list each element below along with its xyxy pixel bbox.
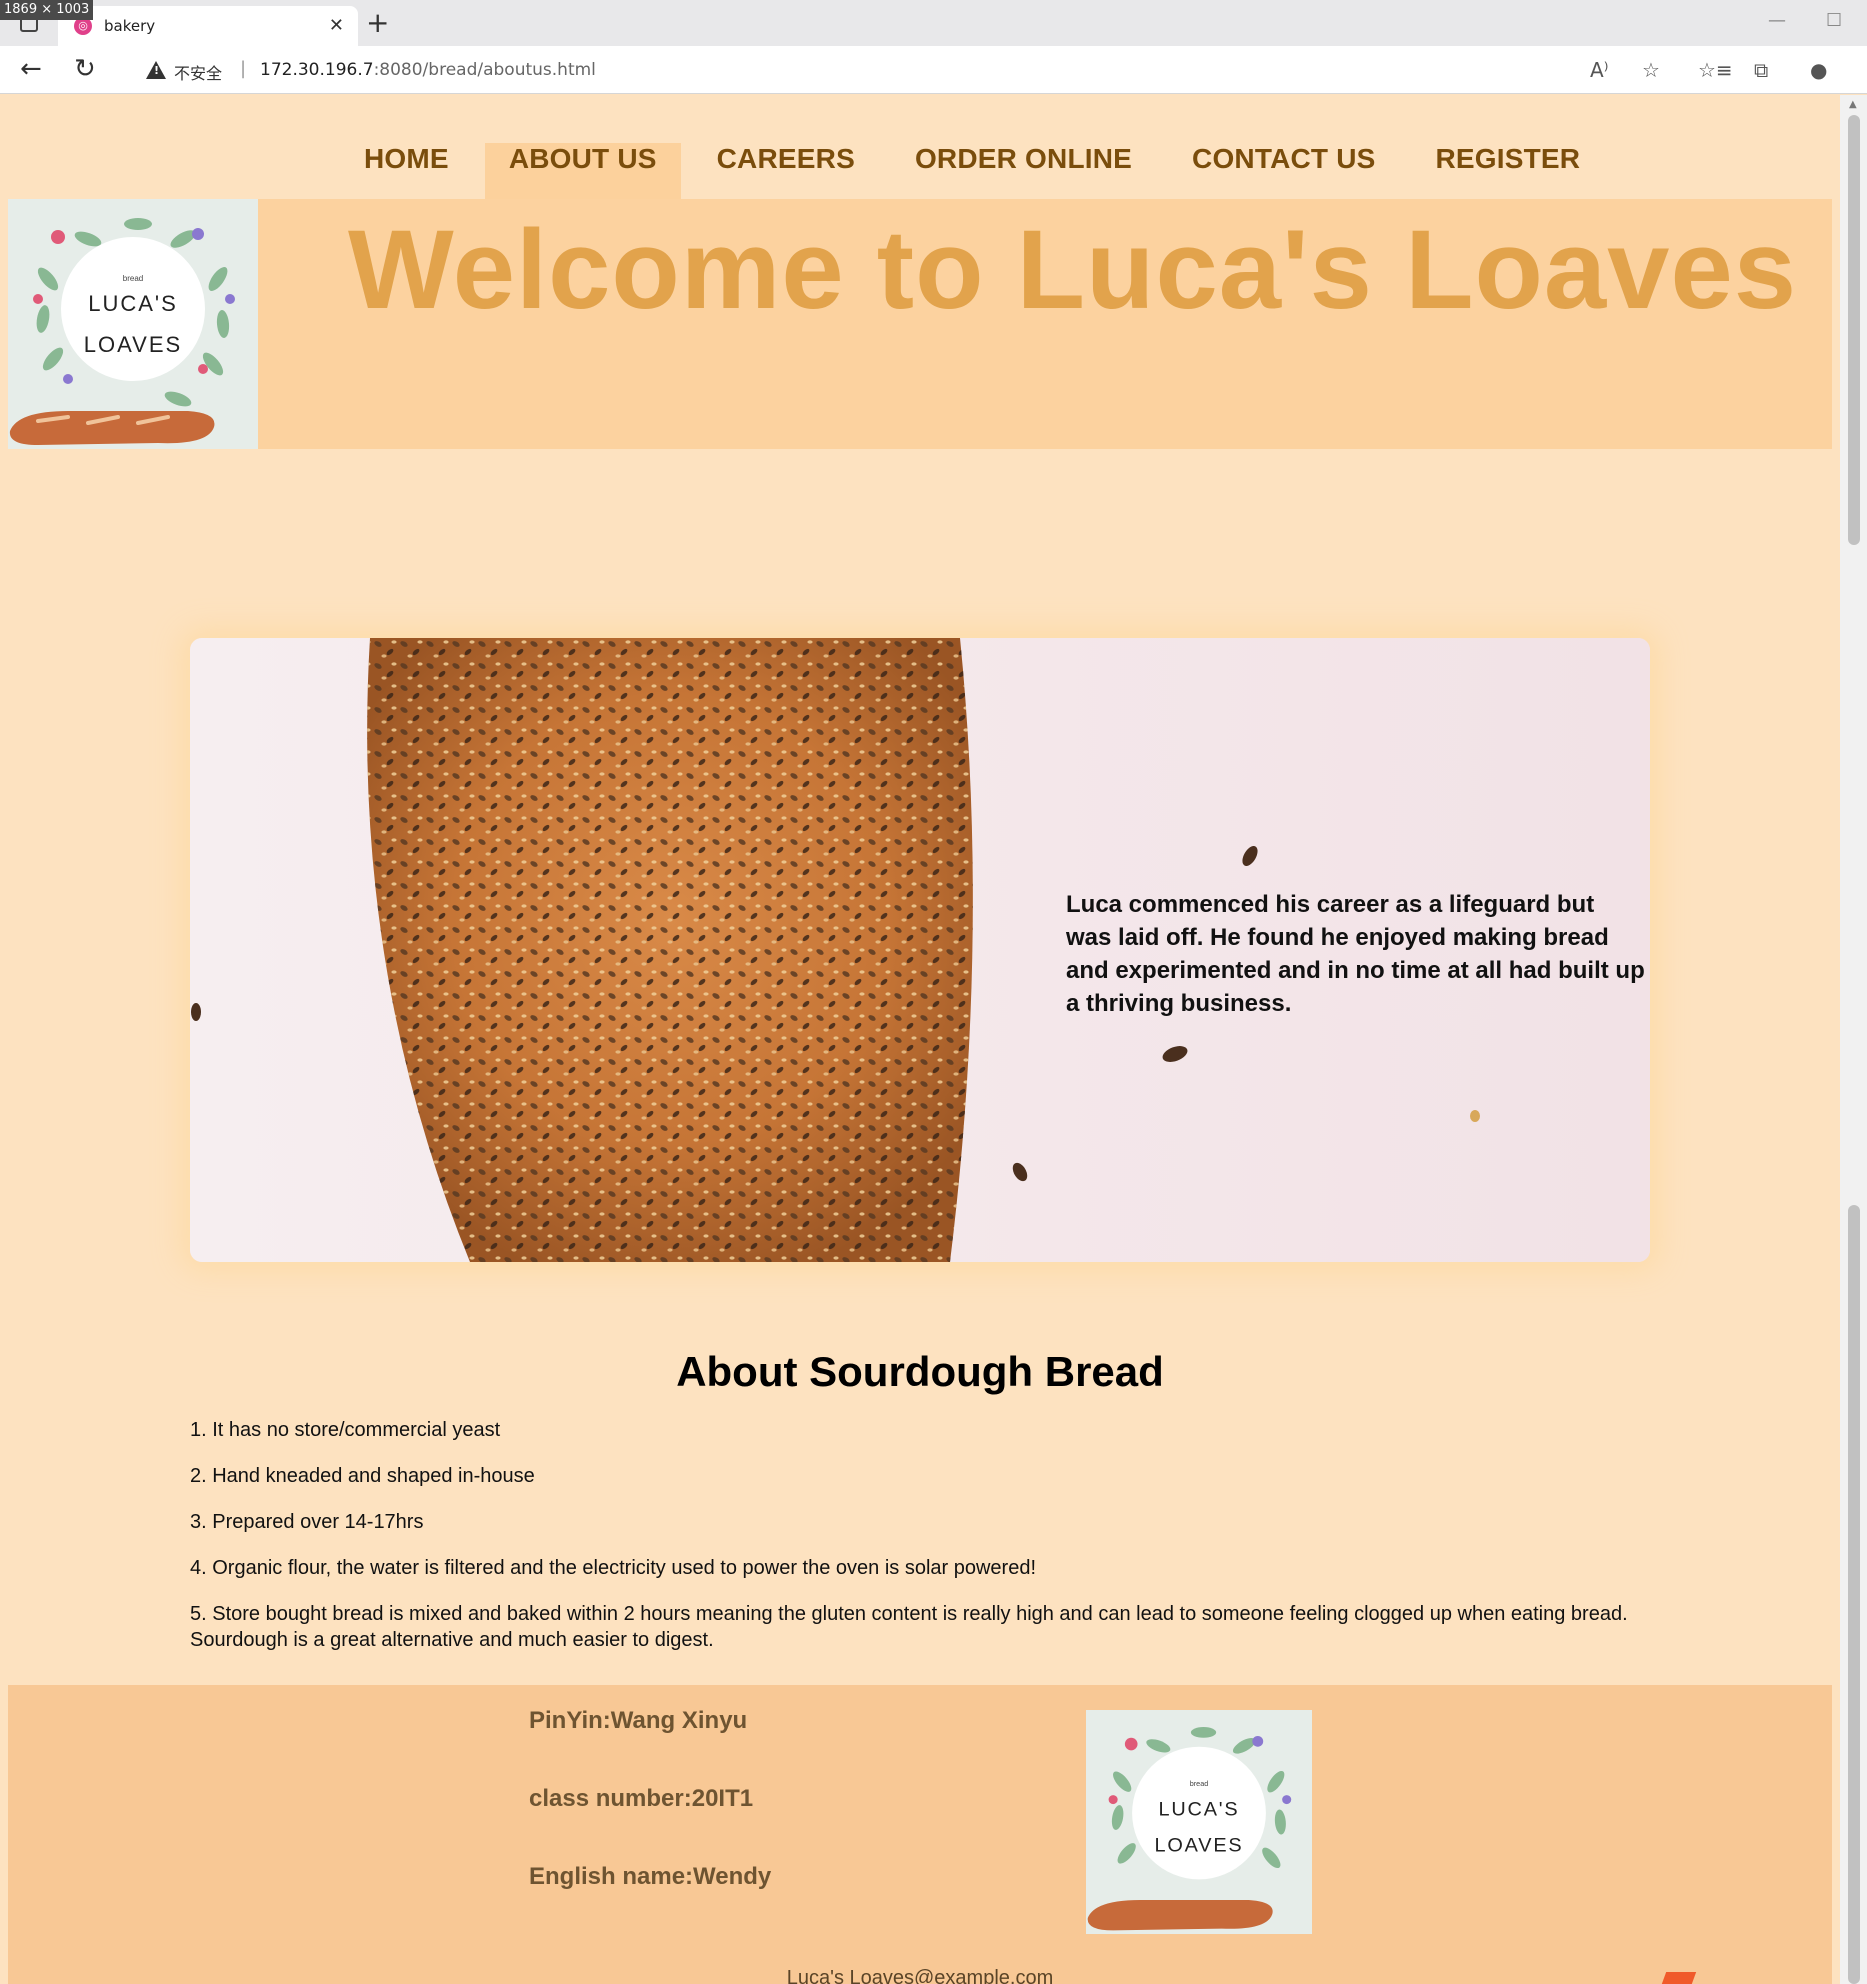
- page-scrollbar[interactable]: ▲: [1840, 95, 1867, 1984]
- scrollbar-thumb[interactable]: [1848, 115, 1860, 545]
- browser-tabbar: 1869 × 1003 ◎ bakery ✕ + — ☐: [0, 0, 1867, 46]
- refresh-icon[interactable]: ↻: [74, 54, 96, 84]
- nav-register[interactable]: REGISTER: [1412, 143, 1605, 199]
- about-section-title: About Sourdough Bread: [676, 1348, 1164, 1395]
- page-viewport: HOME ABOUT US CAREERS ORDER ONLINE CONTA…: [0, 95, 1840, 1984]
- wreath-logo-graphic: bread LUCA'S LOAVES: [9, 218, 235, 445]
- security-label: 不安全: [174, 64, 223, 83]
- address-bar-row: ← ↻ 不安全 | 172.30.196.7:8080/bread/aboutu…: [0, 46, 1867, 94]
- profile-icon[interactable]: ●: [1810, 58, 1827, 82]
- footer-logo-line2: LOAVES: [1155, 1835, 1244, 1857]
- about-list-item: 2. Hand kneaded and shaped in-house: [190, 1465, 535, 1487]
- logo-small-text: bread: [123, 274, 143, 283]
- browser-tab[interactable]: ◎ bakery ✕: [58, 6, 358, 46]
- scroll-up-icon[interactable]: ▲: [1849, 99, 1857, 110]
- maximize-icon[interactable]: ☐: [1826, 10, 1842, 31]
- url-field[interactable]: 不安全 | 172.30.196.7:8080/bread/aboutus.ht…: [124, 50, 1684, 90]
- collections-icon[interactable]: ⧉: [1754, 58, 1768, 82]
- about-list-item: 5. Store bought bread is mixed and baked…: [190, 1603, 1628, 1651]
- minimize-icon[interactable]: —: [1768, 10, 1786, 31]
- read-aloud-icon[interactable]: A⁾: [1590, 58, 1609, 82]
- hero-banner: Luca commenced his career as a lifeguard…: [190, 638, 1650, 1262]
- warning-icon: [146, 61, 166, 79]
- url-text: 172.30.196.7:8080/bread/aboutus.html: [260, 60, 596, 80]
- close-tab-icon[interactable]: ✕: [329, 15, 344, 36]
- nav-careers[interactable]: CAREERS: [693, 143, 879, 199]
- new-tab-icon[interactable]: +: [366, 8, 389, 38]
- nav-contact-us[interactable]: CONTACT US: [1168, 143, 1399, 199]
- footer-logo-small-text: bread: [1190, 1779, 1208, 1788]
- main-nav: HOME ABOUT US CAREERS ORDER ONLINE CONTA…: [340, 143, 1616, 199]
- scrollbar-track-lower[interactable]: [1848, 1205, 1860, 1984]
- add-favorite-icon[interactable]: ☆: [1642, 58, 1660, 82]
- url-path: :8080/bread/aboutus.html: [373, 60, 596, 80]
- nav-order-online[interactable]: ORDER ONLINE: [891, 143, 1156, 199]
- site-footer: PinYin:Wang Xinyu class number:20IT1 Eng…: [8, 1685, 1832, 1984]
- favorites-icon[interactable]: ☆≡: [1698, 58, 1733, 82]
- nav-about-us[interactable]: ABOUT US: [484, 143, 681, 199]
- about-list: 1. It has no store/commercial yeast 2. H…: [190, 1417, 1650, 1673]
- footer-pinyin: PinYin:Wang Xinyu: [529, 1707, 748, 1734]
- corner-overlay-mark: [1661, 1972, 1697, 1984]
- back-icon[interactable]: ←: [20, 54, 42, 84]
- footer-email[interactable]: Luca's Loaves@example.com: [8, 1967, 1832, 1984]
- hero-story-text: Luca commenced his career as a lifeguard…: [1066, 891, 1645, 1017]
- logo-line1: LUCA'S: [88, 291, 178, 316]
- footer-english-name: English name:Wendy: [529, 1863, 772, 1890]
- url-separator: |: [240, 58, 247, 79]
- logo-line2: LOAVES: [84, 332, 182, 357]
- dimensions-badge: 1869 × 1003: [0, 0, 94, 20]
- url-host: 172.30.196.7: [260, 60, 374, 80]
- footer-logo: bread LUCA'S LOAVES: [1086, 1710, 1312, 1934]
- nav-home[interactable]: HOME: [340, 143, 473, 199]
- footer-logo-line1: LUCA'S: [1159, 1799, 1240, 1821]
- welcome-heading: Welcome to Luca's Loaves: [348, 207, 1798, 332]
- header-banner: bread LUCA'S LOAVES Welcome to Luca's Lo…: [8, 199, 1832, 449]
- site-logo[interactable]: bread LUCA'S LOAVES: [8, 199, 258, 449]
- about-list-item: 3. Prepared over 14-17hrs: [190, 1511, 424, 1533]
- about-list-item: 4. Organic flour, the water is filtered …: [190, 1557, 1036, 1579]
- tab-title: bakery: [104, 17, 156, 35]
- footer-wreath-logo-graphic: bread LUCA'S LOAVES: [1087, 1727, 1292, 1931]
- about-list-item: 1. It has no store/commercial yeast: [190, 1419, 501, 1441]
- footer-class-number: class number:20IT1: [529, 1785, 754, 1812]
